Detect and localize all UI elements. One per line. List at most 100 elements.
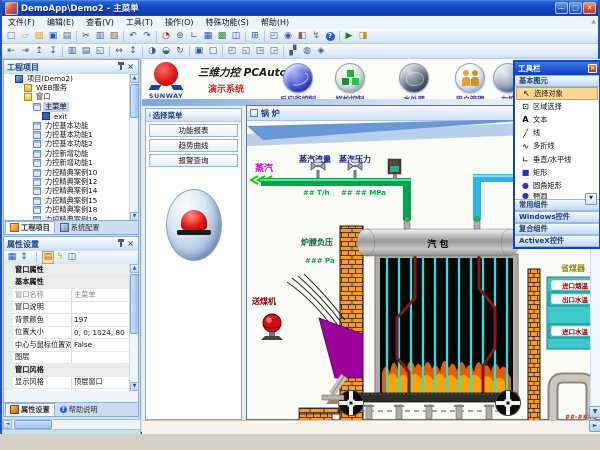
select-menu-titlebar[interactable]: ⁞⁞ 选择菜单 — [146, 109, 241, 122]
toolbar-icon[interactable]: ◒ — [159, 45, 173, 58]
toolbar-icon[interactable]: ▧ — [107, 30, 121, 43]
canvas-horizontal-scrollbar[interactable] — [142, 420, 600, 433]
toolbar-icon[interactable]: ◱ — [239, 45, 253, 58]
tree-item[interactable]: exit — [4, 112, 138, 121]
tree-item[interactable]: 力控新增功能 — [4, 149, 138, 158]
menu-item[interactable]: 操作(O) — [159, 17, 200, 28]
tree-item[interactable]: 力控精典案例10 — [4, 168, 138, 177]
tree-scrollbar[interactable]: ▲ ▼ — [129, 74, 138, 221]
toolbar-icon[interactable]: □ — [4, 30, 18, 43]
toolbar-icon[interactable]: ▥ — [93, 30, 107, 43]
property-row[interactable]: 中心与鼠标位置对 False — [4, 339, 138, 352]
menu-item[interactable]: 帮助(H) — [255, 17, 295, 28]
close-button[interactable]: ✕ — [583, 2, 596, 14]
toolbar-icon[interactable]: ◰ — [225, 45, 239, 58]
toolbar-icon[interactable]: ◳ — [253, 45, 267, 58]
menu-button[interactable]: 报警查询 — [149, 154, 238, 167]
toolbar-icon[interactable]: ↧ — [46, 45, 60, 58]
toolbox-item[interactable]: 区域选择 — [516, 100, 598, 113]
toolbox-item[interactable]: 圆角矩形 — [516, 179, 598, 192]
menu-item[interactable]: 特殊功能(S) — [200, 17, 255, 28]
minimize-button[interactable]: — — [555, 2, 568, 14]
toolbox-item[interactable]: 线 — [516, 127, 598, 140]
toolbar-icon[interactable]: ↔ — [112, 45, 126, 58]
property-row[interactable]: 窗口名称 主菜单 — [4, 289, 138, 302]
tree-item[interactable]: 力控基本功能1 — [4, 130, 138, 139]
property-row[interactable]: 图层 — [4, 352, 138, 365]
menu-item[interactable]: 查看(V) — [80, 17, 120, 28]
property-row[interactable]: 显示风格 顶层窗口 — [4, 377, 138, 390]
toolbar-icon[interactable]: ▤ — [60, 30, 74, 43]
toolbar-icon[interactable]: ∟ — [187, 30, 201, 43]
property-row[interactable]: + 位置大小 0; 0; 1024; 80 — [4, 327, 138, 340]
scroll-thumb[interactable] — [130, 274, 139, 334]
tree-item[interactable]: 力控精典案例14 — [4, 187, 138, 196]
tree-item[interactable]: + WEB服务 — [4, 83, 138, 92]
nav-button-icon[interactable] — [283, 63, 313, 93]
scroll-up-icon[interactable]: ▲ — [130, 74, 139, 83]
properties-toolbar-icon[interactable]: ϟ — [54, 251, 66, 264]
toolbox-item[interactable]: 文本 — [516, 113, 598, 126]
property-row[interactable]: - 窗口风格 — [4, 364, 138, 377]
panel-tab[interactable]: 属性设置 — [5, 403, 55, 416]
properties-toolbar-icon[interactable]: ▦ — [6, 251, 18, 264]
pin-icon[interactable] — [120, 64, 122, 70]
tree-item[interactable]: - 项目(Demo2) — [4, 74, 138, 83]
tree-item[interactable]: 力控基本功能 — [4, 121, 138, 130]
toolbar-icon[interactable]: ▣ — [46, 30, 60, 43]
toolbar-icon[interactable]: ⇥ — [18, 45, 32, 58]
menu-item[interactable]: 文件(F) — [2, 17, 41, 28]
menu-button[interactable]: 趋势曲线 — [149, 139, 238, 152]
toolbox-section-basic-shapes[interactable]: 基本图元 — [515, 75, 599, 87]
close-icon[interactable]: × — [127, 240, 134, 248]
tree-item[interactable]: 力控基本功能2 — [4, 140, 138, 149]
toolbar-icon[interactable]: ↶ — [126, 30, 140, 43]
properties-toolbar-icon[interactable]: ◫ — [66, 251, 78, 264]
scroll-left-icon[interactable]: ◄ — [3, 420, 12, 429]
alarm-lamp-button[interactable] — [166, 189, 222, 261]
toolbar-icon[interactable]: ⊞ — [248, 30, 262, 43]
toolbar-icon[interactable]: ? — [323, 30, 337, 43]
left-horizontal-scrollbar[interactable]: ◄ — [2, 419, 141, 430]
tree-item[interactable]: - 主菜单 — [4, 102, 138, 111]
tree-item[interactable]: 力控新增功能1 — [4, 159, 138, 168]
toolbar-icon[interactable]: ◈ — [314, 45, 328, 58]
property-row[interactable]: - 基本属性 — [4, 277, 138, 290]
scroll-up-icon[interactable]: ▲ — [130, 264, 139, 273]
menu-button[interactable]: 功能报表 — [149, 124, 238, 137]
toolbar-icon[interactable]: ◱ — [93, 45, 107, 58]
toolbox-item[interactable]: 多折线 — [516, 140, 598, 153]
scroll-thumb[interactable] — [130, 84, 139, 118]
nav-button-icon[interactable] — [335, 63, 365, 93]
toolbar-icon[interactable]: ◰ — [267, 30, 281, 43]
property-row[interactable]: 窗口说明 — [4, 302, 138, 315]
menu-item[interactable]: 编辑(E) — [41, 17, 80, 28]
menu-item[interactable]: 工具(T) — [120, 17, 159, 28]
toolbar-icon[interactable]: ↷ — [140, 30, 154, 43]
scroll-thumb[interactable] — [14, 420, 52, 429]
chevron-down-icon[interactable]: ▼ — [585, 193, 597, 205]
scroll-down-icon[interactable]: ▼ — [589, 406, 600, 418]
toolbar-icon[interactable]: ✂ — [79, 30, 93, 43]
nav-button-icon[interactable] — [399, 63, 429, 93]
close-icon[interactable]: × — [127, 63, 134, 71]
panel-tab[interactable]: 工程项目 — [5, 221, 55, 234]
toolbar-icon[interactable]: ↥ — [32, 45, 46, 58]
tree-item[interactable]: 力控精典案例18 — [4, 205, 138, 214]
toolbar-icon[interactable]: ◑ — [145, 45, 159, 58]
toolbar-icon[interactable]: ↻ — [173, 45, 187, 58]
toolbar-icon[interactable]: ▦ — [201, 30, 215, 43]
toolbox-item[interactable]: 垂直/水平线 — [516, 153, 598, 166]
canvas-vertical-scrollbar[interactable] — [590, 246, 600, 406]
toolbox-section-header[interactable]: 复合组件 — [515, 223, 599, 235]
toolbar-icon[interactable]: ◲ — [267, 45, 281, 58]
scroll-right-icon[interactable]: ► — [589, 420, 600, 432]
toolbar-icon[interactable]: ⇤ — [4, 45, 18, 58]
toolbar-icon[interactable]: ▣ — [192, 45, 206, 58]
toolbox-titlebar[interactable]: 工具栏 ✕ — [515, 62, 599, 75]
menu-overflow-icon[interactable]: ▲ — [591, 18, 596, 25]
panel-tab[interactable]: 帮助说明 — [55, 403, 103, 416]
close-icon[interactable]: ✕ — [588, 64, 597, 73]
pin-icon[interactable] — [120, 241, 122, 247]
toolbar-icon[interactable]: ▶ — [342, 30, 356, 43]
